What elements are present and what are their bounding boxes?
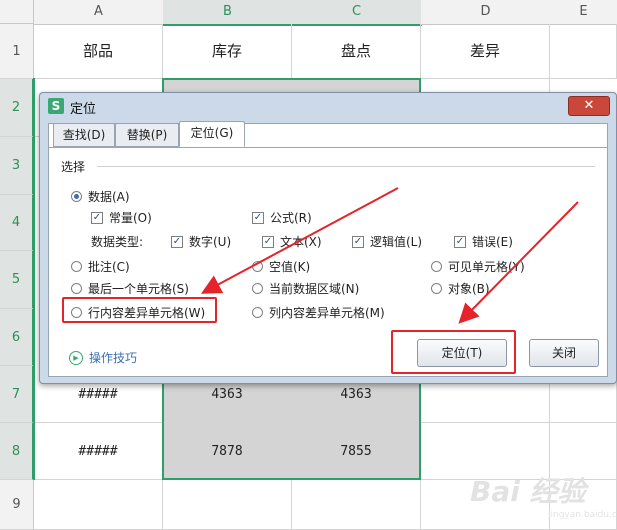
arrow-to-locate <box>458 201 579 324</box>
annotation-arrows <box>200 187 579 324</box>
arrow-to-row-diff <box>200 187 399 294</box>
